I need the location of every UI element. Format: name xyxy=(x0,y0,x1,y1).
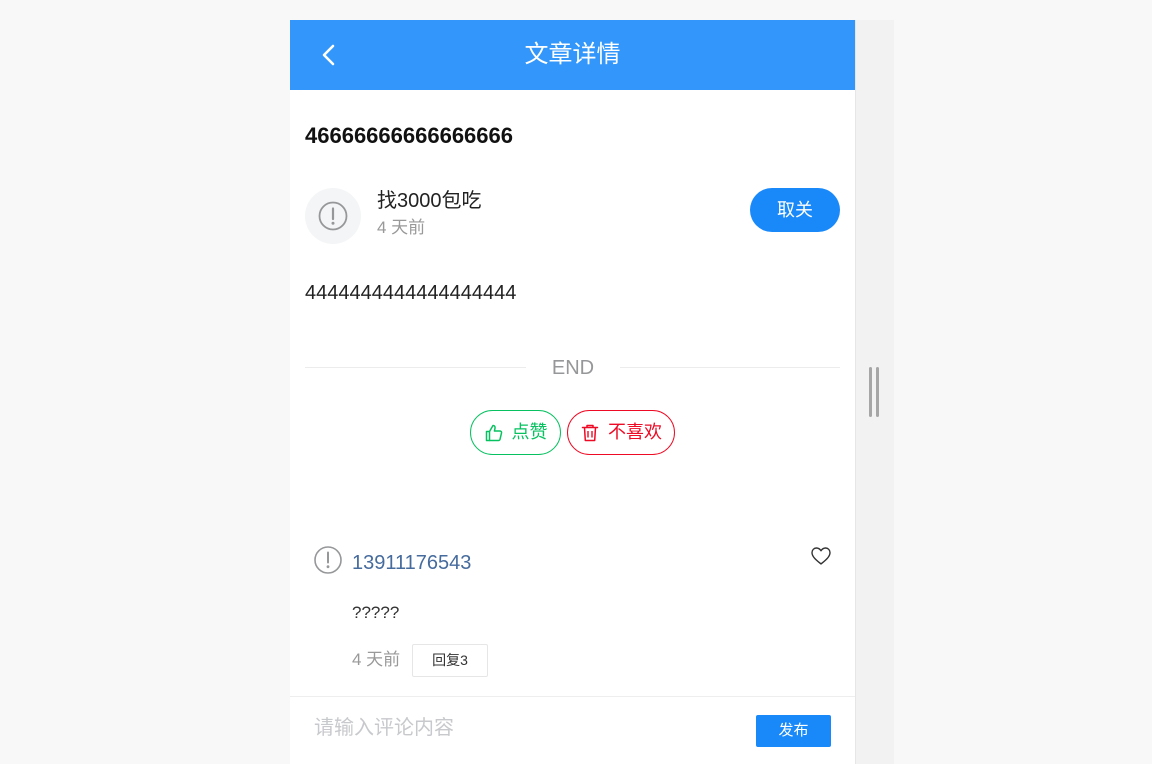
article-title: 46666666666666666 xyxy=(305,123,514,148)
navbar: 文章详情 xyxy=(290,20,855,90)
like-button[interactable]: 点赞 xyxy=(470,410,561,455)
info-circle-icon xyxy=(314,546,342,574)
info-circle-icon xyxy=(318,201,348,231)
end-label: END xyxy=(551,357,595,379)
comment-text: ????? xyxy=(352,603,400,622)
comment-input[interactable] xyxy=(314,713,714,743)
article-content: 4444444444444444444 xyxy=(305,282,517,304)
page-title: 文章详情 xyxy=(524,41,621,68)
trash-icon xyxy=(581,424,599,441)
scrollbar-handle[interactable] xyxy=(869,367,879,417)
reply-button[interactable]: 回复3 xyxy=(412,644,488,677)
unfollow-button[interactable]: 取关 xyxy=(750,188,840,232)
comment-avatar[interactable] xyxy=(313,545,343,575)
end-divider: END xyxy=(305,353,840,383)
like-label: 点赞 xyxy=(511,422,548,442)
publish-button[interactable]: 发布 xyxy=(756,715,831,747)
heart-outline-icon[interactable] xyxy=(809,544,833,568)
author-name[interactable]: 找3000包吃 xyxy=(377,188,482,214)
thumbs-up-icon xyxy=(485,424,502,441)
article-detail-page: 文章详情 46666666666666666 找3000包吃 4 天前 取关 4… xyxy=(290,20,856,764)
author-avatar[interactable] xyxy=(305,188,361,244)
comment-bar: 发布 xyxy=(290,696,855,764)
dislike-label: 不喜欢 xyxy=(608,422,662,442)
comment-username[interactable]: 13911176543 xyxy=(352,550,471,576)
comment-time: 4 天前 xyxy=(352,650,401,669)
author-publish-time: 4 天前 xyxy=(377,218,426,237)
dislike-button[interactable]: 不喜欢 xyxy=(567,410,675,455)
